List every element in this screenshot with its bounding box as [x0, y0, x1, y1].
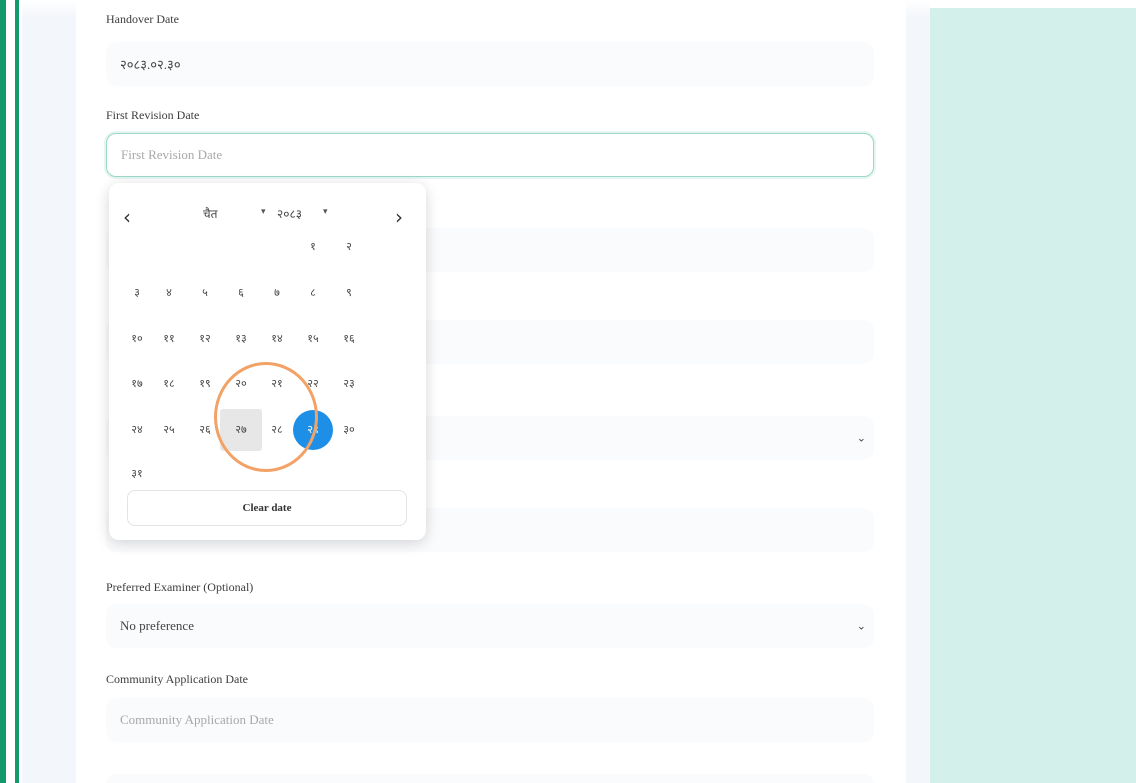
- clear-date-button[interactable]: Clear date: [127, 490, 407, 526]
- calendar-day[interactable]: १६: [331, 321, 367, 357]
- date-picker-popup: ‹ चैत ▾ २०८३ ▾ › १ २ ३ ४ ५ ६ ७ ८ ९ १० ११ १२ १३ १४ १५ १६…: [109, 183, 426, 540]
- preferred-examiner-value: No preference: [120, 618, 194, 633]
- preferred-examiner-label: Preferred Examiner (Optional): [106, 580, 254, 594]
- calendar-day[interactable]: ३०: [331, 412, 367, 448]
- calendar-day[interactable]: ३: [119, 275, 155, 311]
- month-select[interactable]: चैत: [203, 205, 217, 222]
- year-select[interactable]: २०८३: [277, 205, 302, 222]
- preferred-examiner-select[interactable]: No preference ⌄: [106, 604, 874, 648]
- left-accent-bar-inner: [15, 0, 19, 783]
- first-revision-date-input[interactable]: First Revision Date: [106, 133, 874, 177]
- calendar-day[interactable]: १२: [187, 321, 223, 357]
- calendar-day[interactable]: ४: [151, 275, 187, 311]
- calendar-day[interactable]: २३: [331, 366, 367, 402]
- chevron-right-icon[interactable]: ›: [395, 205, 403, 229]
- left-accent-bar: [0, 0, 6, 783]
- community-application-date-input[interactable]: Community Application Date: [106, 698, 874, 742]
- calendar-day[interactable]: २०: [223, 366, 259, 402]
- calendar-day[interactable]: २६: [187, 412, 223, 448]
- calendar-day[interactable]: १३: [223, 321, 259, 357]
- calendar-day[interactable]: १४: [259, 321, 295, 357]
- side-panel: [930, 8, 1136, 783]
- month-label: चैत: [203, 207, 218, 221]
- calendar-day[interactable]: १८: [151, 366, 187, 402]
- calendar-day[interactable]: ९: [331, 275, 367, 311]
- chevron-down-icon: ⌄: [856, 620, 866, 633]
- calendar-day[interactable]: २८: [259, 412, 295, 448]
- calendar-day[interactable]: १७: [119, 366, 155, 402]
- month-caret-icon[interactable]: ▾: [261, 207, 266, 217]
- first-revision-date-label: First Revision Date: [106, 108, 200, 122]
- calendar-day[interactable]: ८: [295, 275, 331, 311]
- calendar-day[interactable]: २९: [293, 410, 333, 450]
- year-label: २०८३: [277, 207, 302, 221]
- next-field-partial[interactable]: [106, 774, 874, 783]
- calendar-day[interactable]: २५: [151, 412, 187, 448]
- handover-date-value: २०८३.०२.३०: [120, 57, 181, 72]
- chevron-left-icon[interactable]: ‹: [123, 205, 131, 229]
- community-application-date-label: Community Application Date: [106, 672, 248, 686]
- calendar-day[interactable]: १९: [187, 366, 223, 402]
- chevron-down-icon: ⌄: [856, 432, 866, 445]
- calendar-day[interactable]: २७: [220, 409, 262, 451]
- calendar-day[interactable]: ६: [223, 275, 259, 311]
- calendar-day[interactable]: ७: [259, 275, 295, 311]
- year-caret-icon[interactable]: ▾: [323, 207, 328, 217]
- handover-date-label: Handover Date: [106, 12, 179, 26]
- calendar-day[interactable]: १०: [119, 321, 155, 357]
- calendar-day[interactable]: २१: [259, 366, 295, 402]
- calendar-day[interactable]: २२: [295, 366, 331, 402]
- community-application-date-placeholder: Community Application Date: [120, 712, 274, 727]
- calendar-day[interactable]: २: [331, 229, 367, 265]
- calendar-day[interactable]: ५: [187, 275, 223, 311]
- calendar-day[interactable]: १: [295, 229, 331, 265]
- calendar-day[interactable]: ३१: [119, 456, 155, 492]
- calendar-day[interactable]: १५: [295, 321, 331, 357]
- handover-date-field[interactable]: २०८३.०२.३०: [106, 42, 874, 86]
- calendar-day[interactable]: २४: [119, 412, 155, 448]
- first-revision-date-placeholder: First Revision Date: [121, 147, 223, 162]
- calendar-day[interactable]: ११: [151, 321, 187, 357]
